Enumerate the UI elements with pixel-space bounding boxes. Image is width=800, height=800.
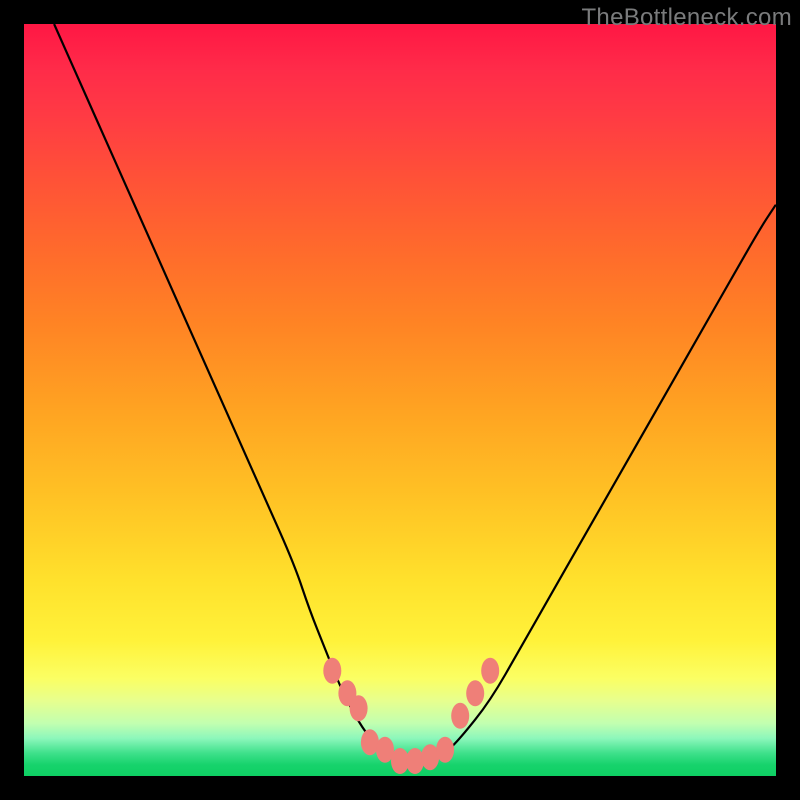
outer-frame: TheBottleneck.com xyxy=(0,0,800,800)
heat-gradient xyxy=(24,24,776,776)
watermark-text: TheBottleneck.com xyxy=(581,4,792,32)
plot-area xyxy=(24,24,776,776)
